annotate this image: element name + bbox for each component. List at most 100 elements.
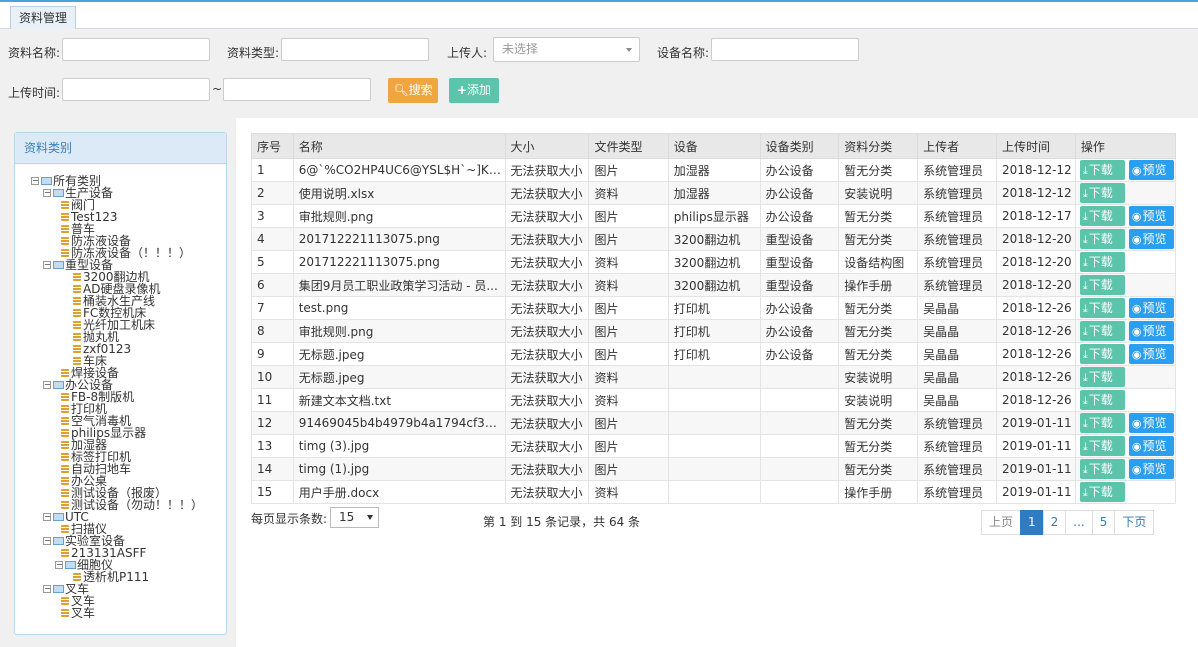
column-header[interactable]: 上传时间 bbox=[995, 133, 1076, 159]
table-row[interactable]: 11 新建文本文档.txt 无法获取大小 资料 安装说明 吴晶晶 2018-12-26 ⤓下载 bbox=[251, 388, 1177, 412]
download-button[interactable]: ⤓下载 bbox=[1079, 321, 1125, 341]
tree-node[interactable]: 防冻液设备（！！！） bbox=[31, 247, 227, 259]
column-header[interactable]: 序号 bbox=[251, 133, 294, 159]
table-row[interactable]: 14 timg (1).jpg 无法获取大小 图片 暂无分类 系统管理员 2019-01-1… bbox=[251, 457, 1177, 481]
tree-node[interactable]: philips显示器 bbox=[31, 427, 227, 439]
table-row[interactable]: 1 6@`%CO2HP4UC6@YSL$H`~]K.p... 无法获取大小 图片 加湿器… bbox=[251, 158, 1177, 182]
preview-button[interactable]: ◉预览 bbox=[1128, 206, 1174, 226]
tree-node[interactable]: zxf0123 bbox=[31, 343, 227, 355]
tree-node[interactable]: 叉车 bbox=[31, 595, 227, 607]
tree-node[interactable]: − 叉车 bbox=[31, 583, 227, 595]
tree-node[interactable]: 光纤加工机床 bbox=[31, 319, 227, 331]
tree-node[interactable]: 叉车 bbox=[31, 607, 227, 619]
download-button[interactable]: ⤓下载 bbox=[1079, 252, 1125, 272]
table-row[interactable]: 3 审批规则.png 无法获取大小 图片 philips显示器 办公设备 暂无分类 系统管理员… bbox=[251, 204, 1177, 228]
preview-button[interactable]: ◉预览 bbox=[1128, 459, 1174, 479]
table-cell: 8 bbox=[251, 319, 294, 343]
table-row[interactable]: 12 91469045b4b4979b4a1794cf33f... 无法获取大小 图片… bbox=[251, 411, 1177, 435]
preview-button[interactable]: ◉预览 bbox=[1128, 160, 1174, 180]
download-button[interactable]: ⤓下载 bbox=[1079, 229, 1125, 249]
add-button[interactable]: +添加 bbox=[449, 78, 499, 103]
folder-icon bbox=[53, 381, 64, 389]
tree-node[interactable]: − UTC bbox=[31, 511, 227, 523]
column-header[interactable]: 设备 bbox=[667, 133, 761, 159]
download-button[interactable]: ⤓下载 bbox=[1079, 367, 1125, 387]
table-row[interactable]: 7 test.png 无法获取大小 图片 打印机 办公设备 暂无分类 吴晶晶 2018-12-2… bbox=[251, 296, 1177, 320]
preview-button[interactable]: ◉预览 bbox=[1128, 436, 1174, 456]
device-input[interactable] bbox=[711, 38, 859, 61]
prev-page-button[interactable]: 上页 bbox=[981, 510, 1022, 535]
download-button[interactable]: ⤓下载 bbox=[1079, 183, 1125, 203]
table-row[interactable]: 15 用户手册.docx 无法获取大小 资料 操作手册 系统管理员 2019-01-11 ⤓下… bbox=[251, 480, 1177, 504]
table-row[interactable]: 6 集团9月员工职业政策学习活动 - 员... 无法获取大小 资料 3200翻边机 重型设… bbox=[251, 273, 1177, 297]
download-button[interactable]: ⤓下载 bbox=[1079, 298, 1125, 318]
download-button[interactable]: ⤓下载 bbox=[1079, 436, 1125, 456]
next-page-button[interactable]: 下页 bbox=[1114, 510, 1155, 535]
page-button[interactable]: ... bbox=[1065, 510, 1093, 535]
download-button[interactable]: ⤓下载 bbox=[1079, 390, 1125, 410]
collapse-toggle-icon[interactable]: − bbox=[31, 177, 39, 185]
page-button[interactable]: 2 bbox=[1042, 510, 1067, 535]
download-button[interactable]: ⤓下载 bbox=[1079, 206, 1125, 226]
table-cell: 系统管理员 bbox=[917, 204, 997, 228]
table-row[interactable]: 9 无标题.jpeg 无法获取大小 图片 打印机 办公设备 暂无分类 吴晶晶 2018-12-2… bbox=[251, 342, 1177, 366]
table-row[interactable]: 8 审批规则.png 无法获取大小 图片 打印机 办公设备 暂无分类 吴晶晶 2018-12-2… bbox=[251, 319, 1177, 343]
page-button[interactable]: 1 bbox=[1020, 510, 1044, 535]
preview-button[interactable]: ◉预览 bbox=[1128, 229, 1174, 249]
download-button[interactable]: ⤓下载 bbox=[1079, 160, 1125, 180]
column-header[interactable]: 资料分类 bbox=[838, 133, 919, 159]
uploader-select[interactable]: 未选择 bbox=[493, 37, 640, 62]
download-button[interactable]: ⤓下载 bbox=[1079, 459, 1125, 479]
column-header[interactable]: 大小 bbox=[504, 133, 590, 159]
column-header[interactable]: 设备类别 bbox=[759, 133, 840, 159]
column-header[interactable]: 文件类型 bbox=[588, 133, 669, 159]
tree-node[interactable]: 自动扫地车 bbox=[31, 463, 227, 475]
download-button[interactable]: ⤓下载 bbox=[1079, 275, 1125, 295]
time-start-input[interactable] bbox=[62, 78, 210, 101]
tree-node[interactable]: Test123 bbox=[31, 211, 227, 223]
preview-button[interactable]: ◉预览 bbox=[1128, 298, 1174, 318]
tree-node[interactable]: 车床 bbox=[31, 355, 227, 367]
download-button[interactable]: ⤓下载 bbox=[1079, 482, 1125, 502]
table-cell: 14 bbox=[251, 457, 294, 481]
tree-node[interactable]: FB-8制版机 bbox=[31, 391, 227, 403]
table-row[interactable]: 2 使用说明.xlsx 无法获取大小 资料 加湿器 办公设备 安装说明 系统管理员 2018-1… bbox=[251, 181, 1177, 205]
tree-node[interactable]: − 生产设备 bbox=[31, 187, 227, 199]
search-button[interactable]: 🔍︎搜索 bbox=[388, 78, 438, 103]
tree-node[interactable]: 阀门 bbox=[31, 199, 227, 211]
tree-node[interactable]: 213131ASFF bbox=[31, 547, 227, 559]
collapse-toggle-icon[interactable]: − bbox=[43, 261, 51, 269]
preview-button[interactable]: ◉预览 bbox=[1128, 321, 1174, 341]
preview-button[interactable]: ◉预览 bbox=[1128, 413, 1174, 433]
name-input[interactable] bbox=[62, 38, 210, 61]
tree-node[interactable]: − 所有类别 bbox=[31, 175, 227, 187]
table-row[interactable]: 13 timg (3).jpg 无法获取大小 图片 暂无分类 系统管理员 2019-01-1… bbox=[251, 434, 1177, 458]
tab-data-management[interactable]: 资料管理 bbox=[10, 6, 77, 29]
preview-button[interactable]: ◉预览 bbox=[1128, 344, 1174, 364]
collapse-toggle-icon[interactable]: − bbox=[43, 585, 51, 593]
page-button[interactable]: 5 bbox=[1091, 510, 1116, 535]
collapse-toggle-icon[interactable]: − bbox=[43, 381, 51, 389]
tree-node[interactable]: 透析机P111 bbox=[31, 571, 227, 583]
tree-node[interactable]: 测试设备（勿动！！！） bbox=[31, 499, 227, 511]
table-row[interactable]: 4 201712221113075.png 无法获取大小 图片 3200翻边机 重型设备暂… bbox=[251, 227, 1177, 251]
collapse-toggle-icon[interactable]: − bbox=[55, 561, 63, 569]
download-button[interactable]: ⤓下载 bbox=[1079, 344, 1125, 364]
type-input[interactable] bbox=[281, 38, 429, 61]
collapse-toggle-icon[interactable]: − bbox=[43, 189, 51, 197]
table-row[interactable]: 10 无标题.jpeg 无法获取大小 资料 安装说明 吴晶晶 2018-12-26 ⤓下载 bbox=[251, 365, 1177, 389]
column-header[interactable]: 上传者 bbox=[917, 133, 997, 159]
table-cell: 办公设备 bbox=[759, 342, 840, 366]
table-row[interactable]: 5 201712221113075.png 无法获取大小 资料 3200翻边机 重型设备设… bbox=[251, 250, 1177, 274]
page-size-select[interactable]: 15 bbox=[330, 507, 379, 528]
tree-node[interactable]: 扫描仪 bbox=[31, 523, 227, 535]
download-button[interactable]: ⤓下载 bbox=[1079, 413, 1125, 433]
search-button-label: 搜索 bbox=[408, 83, 433, 97]
column-header[interactable]: 操作 bbox=[1074, 133, 1177, 159]
column-header[interactable]: 名称 bbox=[292, 133, 506, 159]
collapse-toggle-icon[interactable]: − bbox=[43, 513, 51, 521]
collapse-toggle-icon[interactable]: − bbox=[43, 537, 51, 545]
time-end-input[interactable] bbox=[223, 78, 371, 101]
table-cell: 资料 bbox=[588, 388, 669, 412]
tree-node[interactable]: 焊接设备 bbox=[31, 367, 227, 379]
